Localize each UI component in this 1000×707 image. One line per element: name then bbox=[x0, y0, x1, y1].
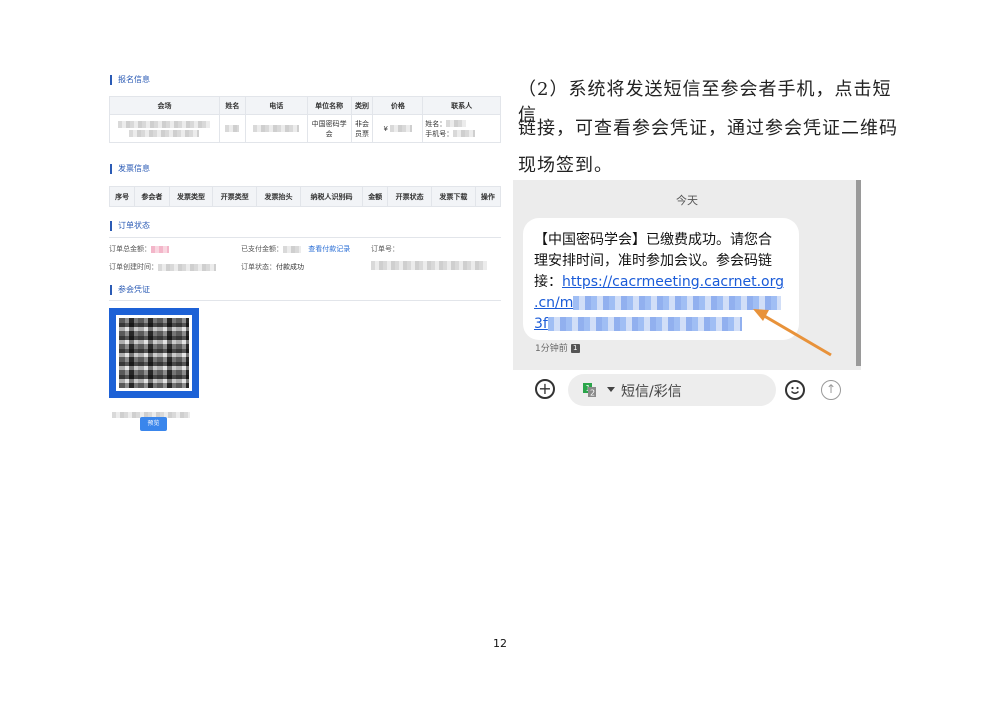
col-header-amount: 金额 bbox=[362, 186, 389, 207]
redacted-venue-2 bbox=[129, 130, 200, 137]
chevron-down-icon[interactable] bbox=[607, 387, 615, 393]
col-header-price: 价格 bbox=[372, 96, 424, 115]
sms-screenshot: 今天 【中国密码学会】已缴费成功。请您合 理安排时间，准时参加会议。参会码链 接… bbox=[513, 180, 861, 408]
order-number-label: 订单号： bbox=[371, 245, 399, 253]
col-header-phone: 电话 bbox=[244, 96, 308, 115]
cell-org: 中国密码学会 bbox=[306, 114, 352, 143]
col-header-invoice-download: 发票下载 bbox=[431, 186, 476, 207]
section-title-credential: 参会凭证 bbox=[110, 285, 150, 295]
annotation-arrow-line bbox=[760, 312, 832, 357]
registration-table: 会场 姓名 电话 单位名称 类别 价格 联系人 中国密码学会 非会员票 ¥ 姓名… bbox=[109, 96, 501, 143]
table-row: 中国密码学会 非会员票 ¥ 姓名： 手机号： bbox=[109, 114, 501, 143]
registration-header-row: 会场 姓名 电话 单位名称 类别 价格 联系人 bbox=[109, 96, 501, 115]
col-header-actions: 操作 bbox=[474, 186, 502, 207]
redacted-price bbox=[390, 125, 413, 132]
sim-select-icon[interactable]: 1 2 bbox=[583, 383, 599, 397]
order-created: 订单创建时间： bbox=[109, 262, 216, 272]
qr-code-image bbox=[116, 315, 192, 391]
invoice-table: 序号 参会者 发票类型 开票类型 发票抬头 纳税人识别码 金额 开票状态 发票下… bbox=[108, 186, 502, 207]
col-header-contact: 联系人 bbox=[422, 96, 501, 115]
col-header-invoice-title: 发票抬头 bbox=[256, 186, 301, 207]
plus-icon[interactable]: + bbox=[535, 379, 555, 399]
send-icon[interactable]: ↑ bbox=[821, 380, 841, 400]
redacted-contact-name bbox=[446, 120, 467, 127]
redacted-order-number bbox=[371, 255, 487, 274]
order-state-value: 付款成功 bbox=[276, 263, 304, 271]
order-total: 订单总金额： bbox=[109, 244, 169, 254]
order-divider bbox=[109, 237, 501, 238]
order-paid-label: 已支付金额： bbox=[241, 245, 283, 253]
order-state-label: 订单状态： bbox=[241, 263, 276, 271]
col-header-category: 类别 bbox=[350, 96, 374, 115]
cell-contact: 姓名： 手机号： bbox=[422, 114, 501, 143]
section-title-order: 订单状态 bbox=[110, 221, 150, 231]
col-header-billing-type: 开票类型 bbox=[212, 186, 258, 207]
qr-code-frame bbox=[109, 308, 199, 398]
redacted-contact-phone bbox=[453, 130, 476, 137]
order-paid: 已支付金额： 查看付款记录 bbox=[241, 244, 350, 254]
redacted-order-total bbox=[151, 245, 169, 253]
contact-name-label: 姓名： bbox=[425, 119, 447, 128]
paragraph-line-2: 链接，可查看参会凭证，通过参会凭证二维码 bbox=[518, 118, 898, 139]
col-header-name: 姓名 bbox=[218, 96, 246, 115]
col-header-attendee: 参会者 bbox=[134, 186, 170, 207]
emoji-icon[interactable] bbox=[785, 380, 805, 400]
message-input-placeholder: 短信/彩信 bbox=[621, 384, 682, 400]
redacted-created-time bbox=[158, 263, 216, 271]
cell-category: 非会员票 bbox=[350, 114, 374, 143]
sim-2-label: 2 bbox=[590, 389, 595, 398]
redacted-phone bbox=[253, 125, 300, 132]
redacted-paid-amount bbox=[283, 245, 301, 253]
section-title-invoice: 发票信息 bbox=[110, 164, 150, 174]
section-title-registration: 报名信息 bbox=[110, 75, 150, 85]
col-header-invoice-type: 发票类型 bbox=[168, 186, 214, 207]
credential-divider bbox=[109, 300, 501, 301]
redacted-venue bbox=[118, 120, 211, 128]
cell-price: ¥ bbox=[372, 114, 424, 143]
redacted-name bbox=[225, 125, 240, 132]
order-state: 订单状态：付款成功 bbox=[241, 262, 304, 272]
cell-venue bbox=[109, 114, 220, 143]
cell-name bbox=[218, 114, 246, 143]
order-number: 订单号： bbox=[371, 244, 399, 254]
annotation-arrow-head bbox=[753, 309, 769, 321]
col-header-billing-status: 开票状态 bbox=[387, 186, 433, 207]
col-header-venue: 会场 bbox=[109, 96, 220, 115]
col-header-org: 单位名称 bbox=[306, 96, 352, 115]
contact-phone-label: 手机号： bbox=[425, 129, 454, 138]
view-payment-records-link[interactable]: 查看付款记录 bbox=[308, 245, 350, 253]
price-prefix: ¥ bbox=[383, 124, 388, 133]
col-header-index: 序号 bbox=[108, 186, 136, 207]
preview-button[interactable]: 预览 bbox=[140, 417, 167, 431]
redacted-order-number-bar bbox=[371, 261, 487, 270]
order-created-label: 订单创建时间： bbox=[109, 263, 158, 271]
scrollbar[interactable] bbox=[856, 180, 861, 366]
col-header-tax-id: 纳税人识别码 bbox=[299, 186, 364, 207]
page-number: 12 bbox=[493, 637, 507, 650]
cell-phone bbox=[244, 114, 308, 143]
invoice-header-row: 序号 参会者 发票类型 开票类型 发票抬头 纳税人识别码 金额 开票状态 发票下… bbox=[108, 186, 502, 207]
order-total-label: 订单总金额： bbox=[109, 245, 151, 253]
paragraph-line-3: 现场签到。 bbox=[518, 155, 613, 176]
